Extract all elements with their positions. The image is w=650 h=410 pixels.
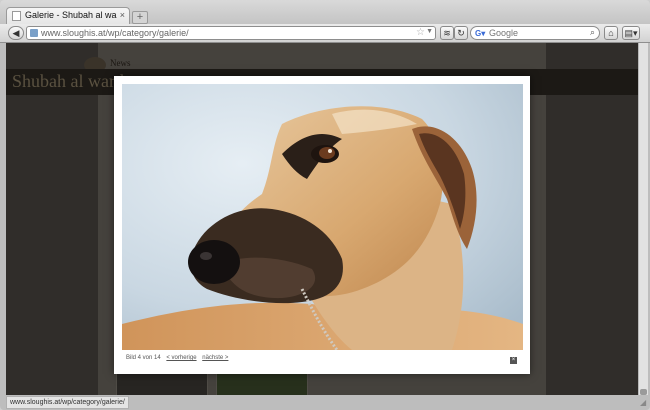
bookmark-star-icon[interactable]: ☆ [416, 27, 425, 38]
vertical-scrollbar[interactable] [638, 43, 648, 395]
new-tab-button[interactable]: + [132, 11, 148, 24]
close-icon[interactable]: × [510, 357, 517, 364]
menu-button[interactable]: ▤▾ [622, 26, 640, 40]
tab-title: Galerie - Shubah al warda - Slo... [25, 10, 117, 20]
status-bar: www.sloughis.at/wp/category/galerie/ [6, 396, 129, 409]
search-icon[interactable]: ⌕ [590, 27, 595, 38]
lightbox-caption: Bild 4 von 14 < vorherige nächste > [126, 355, 228, 361]
back-button[interactable]: ◀ [8, 26, 24, 40]
search-bar[interactable]: G▾ ⌕ [470, 26, 600, 40]
page-icon [12, 11, 21, 21]
chevron-down-icon[interactable]: ▼ [426, 28, 433, 35]
scrollbar-thumb[interactable] [640, 389, 647, 395]
rss-icon[interactable]: ≋ [440, 26, 454, 40]
next-link[interactable]: nächste > [202, 355, 228, 361]
home-button[interactable]: ⌂ [604, 26, 618, 40]
navigation-bar: ◀ www.sloughis.at/wp/category/galerie/ ☆… [0, 24, 650, 43]
address-url: www.sloughis.at/wp/category/galerie/ [41, 28, 189, 38]
browser-window: Galerie - Shubah al warda - Slo... × + ◀… [0, 0, 650, 410]
previous-link[interactable]: < vorherige [166, 355, 196, 361]
dog-photo-image [122, 84, 523, 350]
image-counter: Bild 4 von 14 [126, 355, 161, 361]
search-input[interactable] [489, 27, 579, 39]
site-icon [30, 29, 38, 37]
tab-galerie[interactable]: Galerie - Shubah al warda - Slo... × [6, 7, 130, 24]
tab-strip: Galerie - Shubah al warda - Slo... × + [0, 0, 650, 24]
address-bar[interactable]: www.sloughis.at/wp/category/galerie/ ☆ ▼ [26, 26, 436, 40]
resize-handle-icon[interactable]: ◢ [640, 398, 648, 408]
google-icon[interactable]: G▾ [475, 29, 485, 38]
close-tab-icon[interactable]: × [120, 10, 125, 20]
gallery-photo[interactable] [122, 84, 523, 350]
reload-button[interactable]: ↻ [454, 26, 468, 40]
lightbox: Bild 4 von 14 < vorherige nächste > × [114, 76, 530, 374]
